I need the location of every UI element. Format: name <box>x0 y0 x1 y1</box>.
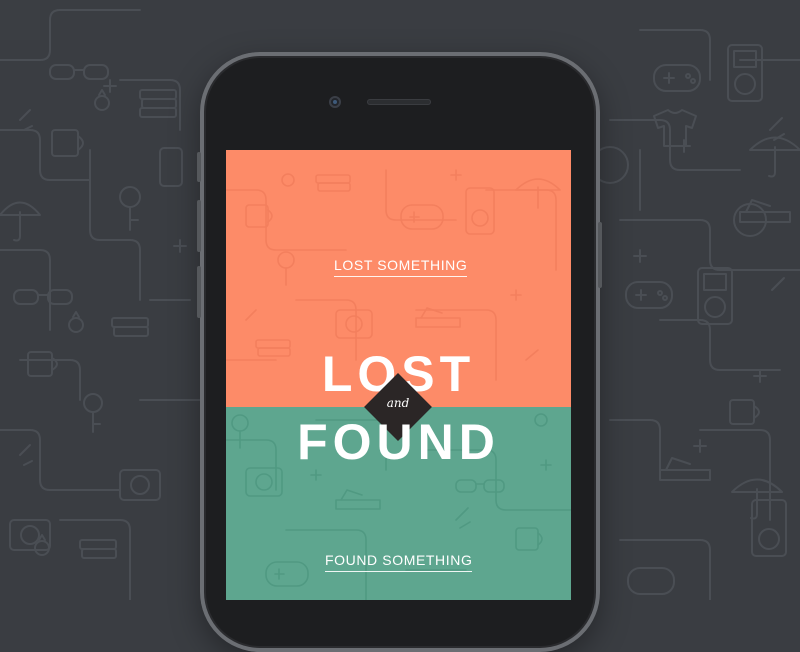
front-camera <box>329 96 341 108</box>
logo-and-word: and <box>386 396 410 410</box>
app-screen: LOST SOMETHING LOST and FOUND FOUND SOME… <box>226 150 571 600</box>
volume-down-button <box>197 266 201 318</box>
earpiece-speaker <box>367 99 431 105</box>
mute-switch <box>197 152 201 182</box>
power-button <box>598 222 602 288</box>
found-something-link[interactable]: FOUND SOMETHING <box>325 552 473 572</box>
volume-up-button <box>197 200 201 252</box>
lost-something-link[interactable]: LOST SOMETHING <box>334 257 468 277</box>
logo-found-word: FOUND <box>297 414 500 470</box>
